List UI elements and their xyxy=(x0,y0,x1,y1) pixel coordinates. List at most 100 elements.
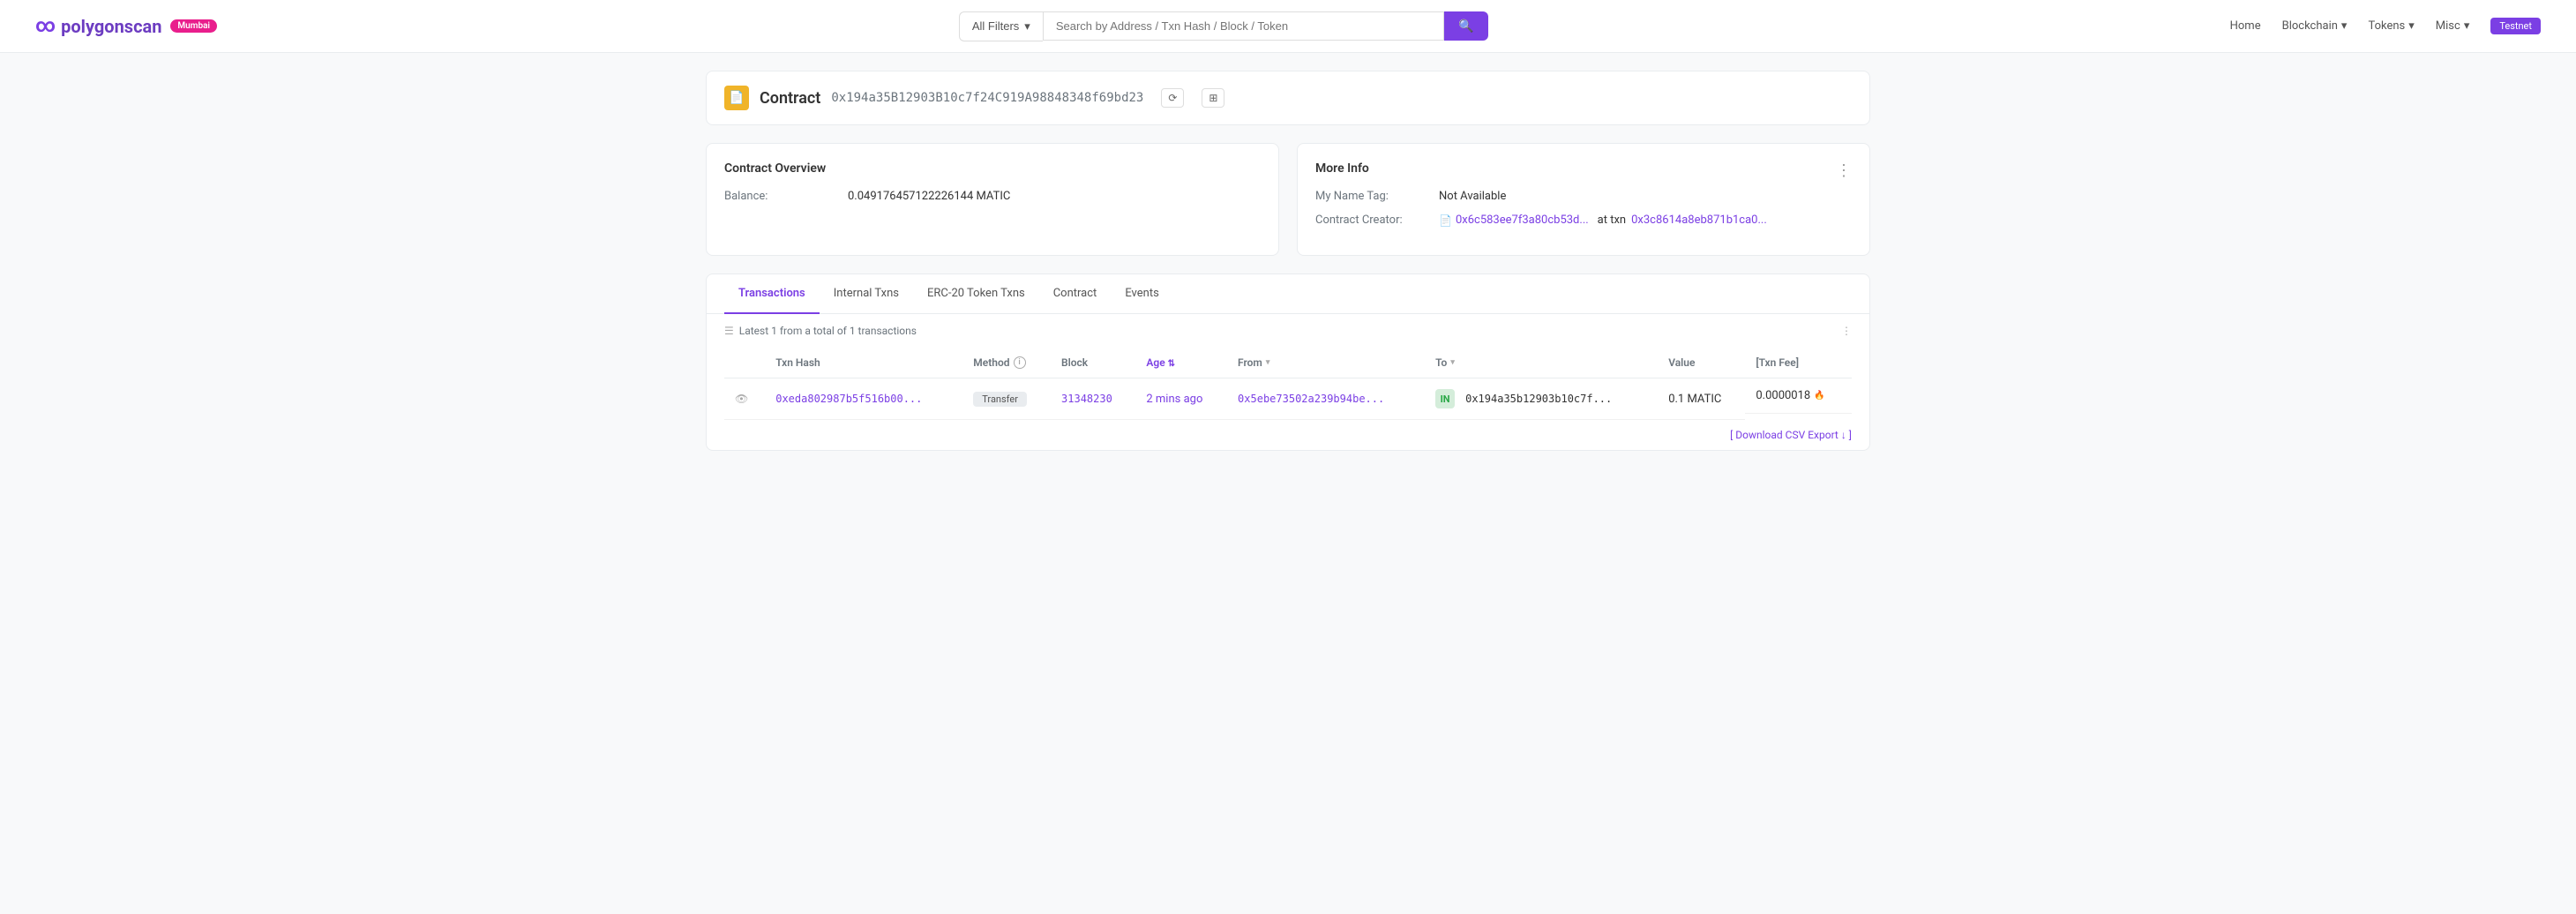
col-header-age: Age ⇅ xyxy=(1135,348,1227,378)
filter-icon[interactable]: ▾ xyxy=(1450,358,1455,367)
tab-internal-txns[interactable]: Internal Txns xyxy=(820,274,913,314)
logo[interactable]: ∞ polygonscan xyxy=(35,15,161,37)
tab-transactions[interactable]: Transactions xyxy=(724,274,820,314)
nav-blockchain[interactable]: Blockchain ▾ xyxy=(2282,19,2348,33)
txn-hash-link[interactable]: 0xeda802987b5f516b00... xyxy=(775,393,922,405)
more-info-panel: More Info ⋮ My Name Tag: Not Available C… xyxy=(1297,143,1870,256)
logo-icon: ∞ xyxy=(35,15,56,37)
more-info-header: More Info ⋮ xyxy=(1315,161,1852,190)
table-row: 👁 0xeda802987b5f516b00... Transfer 31348… xyxy=(724,378,1852,420)
col-header-value: Value xyxy=(1658,348,1745,378)
overview-title: Contract Overview xyxy=(724,161,1261,176)
txn-hash-cell: 0xeda802987b5f516b00... xyxy=(765,378,962,420)
filter-icon[interactable]: ▾ xyxy=(1266,358,1270,367)
col-header-to: To ▾ xyxy=(1425,348,1658,378)
tabs: Transactions Internal Txns ERC-20 Token … xyxy=(707,274,1869,314)
method-badge: Transfer xyxy=(973,392,1027,407)
txn-fee-value: 0.0000018 xyxy=(1756,389,1810,402)
col-header-method: Method i xyxy=(962,348,1051,378)
age-value[interactable]: 2 mins ago xyxy=(1146,393,1217,406)
nav-blockchain-label: Blockchain xyxy=(2282,19,2338,33)
chevron-down-icon: ▾ xyxy=(2341,19,2348,33)
main-content: 📄 Contract 0x194a35B12903B10c7f24C919A98… xyxy=(670,53,1906,468)
col-header-txn-fee: [Txn Fee] xyxy=(1745,348,1852,378)
testnet-badge: Testnet xyxy=(2490,18,2541,34)
tab-events[interactable]: Events xyxy=(1111,274,1172,314)
transactions-table: Txn Hash Method i Block Age xyxy=(724,348,1852,420)
col-header-empty xyxy=(724,348,765,378)
transactions-summary-text: Latest 1 from a total of 1 transactions xyxy=(739,325,917,337)
transactions-count: ☰ Latest 1 from a total of 1 transaction… xyxy=(724,325,917,337)
contract-icon: 📄 xyxy=(724,86,749,110)
chevron-down-icon: ▾ xyxy=(2464,19,2470,33)
name-tag-label: My Name Tag: xyxy=(1315,190,1439,203)
fee-icon: 🔥 xyxy=(1814,391,1824,401)
search-area: All Filters ▾ 🔍 xyxy=(959,11,1488,41)
creator-txn-link[interactable]: 0x3c8614a8eb871b1ca0... xyxy=(1631,214,1767,227)
filter-button[interactable]: All Filters ▾ xyxy=(959,11,1043,41)
copy-address-button[interactable]: ⟳ xyxy=(1161,88,1184,108)
nav-tokens-label: Tokens xyxy=(2368,19,2405,33)
col-header-from: From ▾ xyxy=(1227,348,1425,378)
qr-code-button[interactable]: ⊞ xyxy=(1202,88,1224,108)
col-header-block: Block xyxy=(1051,348,1135,378)
chevron-down-icon: ▾ xyxy=(2408,19,2415,33)
info-icon[interactable]: i xyxy=(1014,356,1026,369)
balance-row: Balance: 0.049176457122226144 MATIC xyxy=(724,190,1261,203)
balance-label: Balance: xyxy=(724,190,848,203)
sort-icon[interactable]: ⇅ xyxy=(1168,359,1175,369)
value-amount: 0.1 MATIC xyxy=(1668,393,1721,406)
in-arrow-icon: IN xyxy=(1435,389,1455,408)
transactions-section: Transactions Internal Txns ERC-20 Token … xyxy=(706,273,1870,451)
from-address-link[interactable]: 0x5ebe73502a239b94be... xyxy=(1238,393,1384,405)
block-cell: 31348230 xyxy=(1051,378,1135,420)
nav-misc[interactable]: Misc ▾ xyxy=(2436,19,2470,33)
nav: Home Blockchain ▾ Tokens ▾ Misc ▾ Testne… xyxy=(2230,18,2541,34)
at-txn-label: at txn xyxy=(1598,214,1626,227)
from-cell: 0x5ebe73502a239b94be... xyxy=(1227,378,1425,420)
list-icon: ☰ xyxy=(724,325,734,337)
search-button[interactable]: 🔍 xyxy=(1444,11,1487,41)
more-options-icon[interactable]: ⋮ xyxy=(1841,325,1852,337)
contract-overview-panel: Contract Overview Balance: 0.04917645712… xyxy=(706,143,1279,256)
page-title: Contract xyxy=(760,89,820,108)
age-cell: 2 mins ago xyxy=(1135,378,1227,420)
block-link[interactable]: 31348230 xyxy=(1061,393,1112,405)
eye-icon[interactable]: 👁 xyxy=(735,393,748,405)
search-input[interactable] xyxy=(1043,11,1445,41)
more-info-title: More Info xyxy=(1315,161,1369,176)
creator-row: Contract Creator: 📄 0x6c583ee7f3a80cb53d… xyxy=(1315,214,1852,227)
row-eye-icon-cell: 👁 xyxy=(724,378,765,420)
file-icon: 📄 xyxy=(729,91,744,105)
more-options-icon[interactable]: ⋮ xyxy=(1836,161,1852,180)
to-cell: IN 0x194a35b12903b10c7f... xyxy=(1425,378,1658,420)
name-tag-row: My Name Tag: Not Available xyxy=(1315,190,1852,203)
method-cell: Transfer xyxy=(962,378,1051,420)
filter-label: All Filters xyxy=(972,19,1019,33)
col-header-txn-hash: Txn Hash xyxy=(765,348,962,378)
info-panels: Contract Overview Balance: 0.04917645712… xyxy=(706,143,1870,256)
csv-download-link[interactable]: [ Download CSV Export ↓ ] xyxy=(1730,429,1852,441)
chevron-down-icon: ▾ xyxy=(1024,19,1030,34)
search-icon: 🔍 xyxy=(1458,19,1473,33)
header: ∞ polygonscan Mumbai All Filters ▾ 🔍 Hom… xyxy=(0,0,2576,53)
transactions-summary-header: ☰ Latest 1 from a total of 1 transaction… xyxy=(707,314,1869,348)
nav-home[interactable]: Home xyxy=(2230,19,2261,33)
name-tag-value: Not Available xyxy=(1439,190,1506,203)
to-address-value: 0x194a35b12903b10c7f... xyxy=(1465,393,1612,405)
table-header-row: Txn Hash Method i Block Age xyxy=(724,348,1852,378)
creator-label: Contract Creator: xyxy=(1315,214,1439,227)
logo-text-label: polygonscan xyxy=(61,16,161,37)
creator-address-link[interactable]: 0x6c583ee7f3a80cb53d... xyxy=(1456,214,1589,227)
page-title-area: 📄 Contract 0x194a35B12903B10c7f24C919A98… xyxy=(706,71,1870,125)
logo-area: ∞ polygonscan Mumbai xyxy=(35,15,217,37)
nav-tokens[interactable]: Tokens ▾ xyxy=(2368,19,2414,33)
value-cell: 0.1 MATIC xyxy=(1658,378,1745,420)
transactions-table-wrapper: Txn Hash Method i Block Age xyxy=(707,348,1869,420)
nav-misc-label: Misc xyxy=(2436,19,2460,33)
network-badge: Mumbai xyxy=(170,19,217,33)
contract-address: 0x194a35B12903B10c7f24C919A98848348f69bd… xyxy=(831,91,1143,105)
file-small-icon: 📄 xyxy=(1439,214,1452,227)
tab-erc20-token-txns[interactable]: ERC-20 Token Txns xyxy=(913,274,1039,314)
tab-contract[interactable]: Contract xyxy=(1039,274,1112,314)
